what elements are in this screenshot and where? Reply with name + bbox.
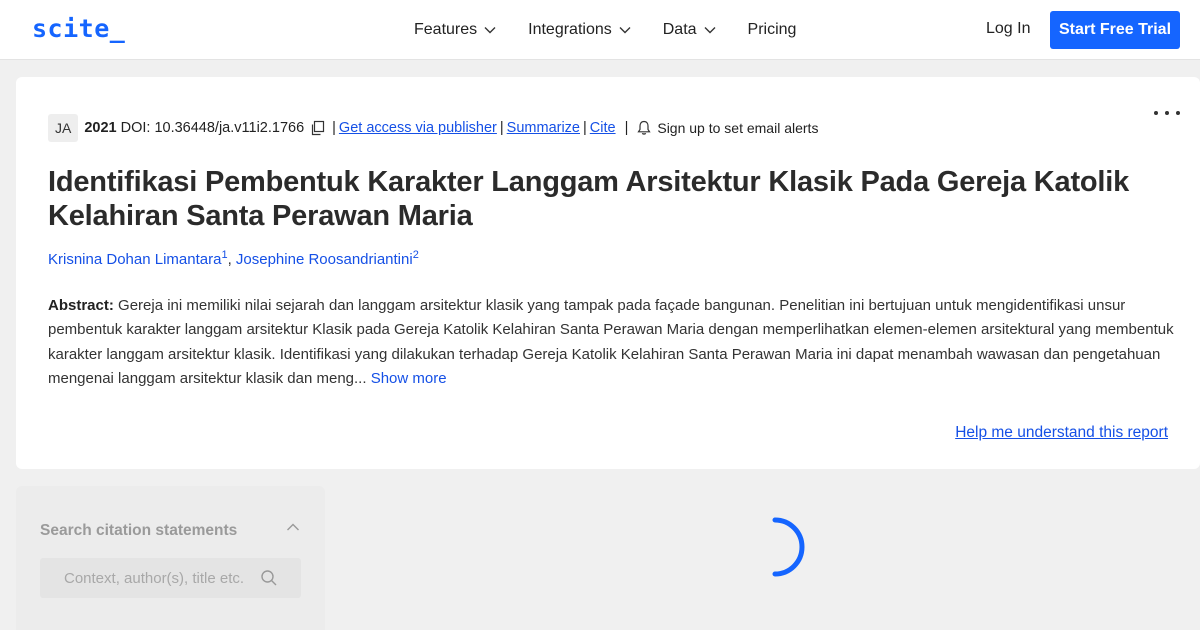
paper-title: Identifikasi Pembentuk Karakter Langgam … (48, 166, 1130, 232)
citation-search-title: Search citation statements (40, 522, 238, 539)
paper-meta-row: JA 2021 DOI: 10.36448/ja.v11i2.1766 | Ge… (48, 113, 818, 143)
scite-logo[interactable]: scite_ (32, 14, 125, 43)
nav-data-label: Data (662, 21, 697, 38)
help-understand-link[interactable]: Help me understand this report (955, 424, 1168, 442)
nav-pricing-label: Pricing (747, 21, 797, 38)
nav-pricing[interactable]: Pricing (748, 21, 797, 39)
cite-link[interactable]: Cite (590, 120, 616, 136)
nav-features-label: Features (414, 21, 478, 38)
separator: | (583, 120, 587, 136)
chevron-up-icon[interactable] (286, 522, 300, 532)
chevron-down-icon (484, 27, 496, 34)
abstract-label: Abstract: (48, 297, 114, 314)
bell-icon[interactable] (637, 120, 651, 136)
more-options-icon[interactable] (1154, 103, 1180, 123)
paper-card: JA 2021 DOI: 10.36448/ja.v11i2.1766 | Ge… (16, 77, 1200, 469)
summarize-link[interactable]: Summarize (507, 120, 580, 136)
publication-year: 2021 (84, 120, 117, 136)
top-navigation-bar: scite_ Features Integrations Data Pricin… (0, 0, 1200, 60)
nav-integrations-label: Integrations (528, 21, 612, 38)
author-affiliation: 2 (412, 249, 419, 261)
separator: | (332, 120, 336, 136)
citation-search-input[interactable] (40, 569, 260, 587)
chevron-down-icon (704, 27, 716, 34)
loading-spinner-icon (772, 517, 805, 577)
nav-integrations[interactable]: Integrations (528, 21, 631, 39)
citation-search-panel: Search citation statements (16, 486, 325, 630)
copy-icon[interactable] (310, 120, 326, 136)
author-link[interactable]: Josephine Roosandriantini (236, 251, 413, 268)
publisher-access-link[interactable]: Get access via publisher (339, 120, 497, 136)
search-icon[interactable] (260, 569, 278, 587)
author-list: Krisnina Dohan Limantara1, Josephine Roo… (48, 249, 419, 268)
main-nav: Features Integrations Data Pricing (414, 0, 828, 60)
separator: | (624, 120, 629, 136)
doi-text: DOI: 10.36448/ja.v11i2.1766 (120, 120, 305, 136)
chevron-down-icon (619, 27, 631, 34)
show-more-link[interactable]: Show more (371, 370, 447, 387)
email-alerts-link[interactable]: Sign up to set email alerts (657, 120, 818, 136)
journal-badge: JA (48, 114, 79, 142)
separator: | (499, 120, 504, 136)
login-link[interactable]: Log In (986, 20, 1030, 38)
author-link[interactable]: Krisnina Dohan Limantara (48, 251, 221, 268)
start-free-trial-button[interactable]: Start Free Trial (1050, 11, 1180, 49)
abstract: Abstract: Gereja ini memiliki nilai seja… (48, 294, 1178, 391)
citation-search-box (40, 558, 301, 598)
abstract-text: Gereja ini memiliki nilai sejarah dan la… (48, 297, 1174, 387)
nav-features[interactable]: Features (414, 21, 496, 39)
nav-data[interactable]: Data (663, 21, 716, 39)
